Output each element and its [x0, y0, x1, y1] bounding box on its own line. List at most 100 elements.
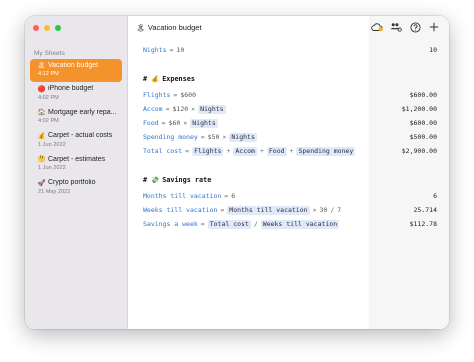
line-result: $600.00: [409, 119, 437, 127]
operator: =: [173, 91, 178, 99]
help-icon[interactable]: [409, 21, 421, 33]
line-food[interactable]: Food = $60 × Nights $600.00: [143, 118, 437, 128]
operator: +: [259, 147, 264, 155]
results-column: [369, 16, 449, 329]
people-settings-icon[interactable]: [390, 21, 402, 33]
operator: =: [220, 206, 225, 214]
heading-expenses[interactable]: # 💰 Expenses: [143, 74, 437, 84]
line-savings-a-week[interactable]: Savings a week = Total cost / Weeks till…: [143, 219, 437, 229]
operator: ×: [222, 133, 227, 141]
line-result: $600.00: [409, 91, 437, 99]
sidebar-sheet-item[interactable]: 🔴 iPhone budget 4:02 PM: [30, 83, 122, 106]
line-weeks-till-vacation[interactable]: Weeks till vacation = Months till vacati…: [143, 205, 437, 215]
line-result: 6: [433, 192, 437, 200]
number: 7: [337, 206, 342, 214]
operator: /: [330, 206, 335, 214]
variable-name: Savings a week: [143, 220, 198, 228]
variable-token: Nights: [229, 132, 257, 142]
sidebar-sheet-item[interactable]: 🏝 Vacation budget 4:12 PM: [30, 59, 122, 82]
line-flights[interactable]: Flights = $600 $600.00: [143, 90, 437, 100]
operator: +: [226, 147, 231, 155]
line-spending-money[interactable]: Spending money = $50 × Nights $500.00: [143, 132, 437, 142]
line-months-till-vacation[interactable]: Months till vacation = 6 6: [143, 191, 437, 201]
variable-name: Total cost: [143, 147, 183, 155]
line-result: $2,900.00: [401, 147, 437, 155]
app-window: My Sheets 🏝 Vacation budget 4:12 PM 🔴 iPhone…: [25, 16, 449, 329]
sheet-date: 1 Jun 2022: [38, 141, 66, 148]
heading-savings-rate[interactable]: # 💸 Savings rate: [143, 175, 437, 185]
operator: =: [200, 220, 205, 228]
zoom-window-button[interactable]: [55, 25, 61, 31]
moneybag-icon: 💰: [151, 75, 160, 83]
operator: ×: [191, 105, 196, 113]
operator: =: [169, 46, 174, 54]
variable-token: Accom: [233, 146, 257, 156]
variable-name: Spending money: [143, 133, 198, 141]
sheet-title-text: Crypto portfolio: [48, 179, 96, 186]
variable-token: Food: [266, 146, 287, 156]
variable-name: Food: [143, 119, 159, 127]
add-icon[interactable]: [428, 21, 440, 33]
sheet-date: 4:02 PM: [38, 94, 59, 101]
sheet-date: 21 May 2022: [38, 188, 71, 195]
line-nights[interactable]: Nights = 10 10: [143, 45, 437, 55]
sidebar-sheet-item[interactable]: 🏠 Mortgage early repa... 4:02 PM: [30, 106, 122, 129]
variable-name: Weeks till vacation: [143, 206, 218, 214]
heading-text: Expenses: [162, 75, 195, 83]
operator: +: [289, 147, 294, 155]
sidebar-heading: My Sheets: [34, 50, 65, 57]
operator: =: [161, 119, 166, 127]
variable-name: Nights: [143, 46, 167, 54]
sheet-title: 🏠 Mortgage early repa...: [37, 108, 122, 117]
variable-token: Months till vacation: [227, 205, 310, 215]
line-total-cost[interactable]: Total cost = Flights + Accom + Food + Sp…: [143, 146, 437, 156]
variable-name: Flights: [143, 91, 171, 99]
sheet-title-text: Vacation budget: [48, 61, 99, 69]
variable-name: Accom: [143, 105, 163, 113]
sheet-emoji-icon: 🔴: [37, 85, 46, 93]
variable-token: Spending money: [296, 146, 356, 156]
cloud-sync-icon[interactable]: [371, 21, 383, 33]
sidebar-sheet-item[interactable]: 🚀 Crypto portfolio 21 May 2022: [30, 177, 122, 200]
number: 10: [176, 46, 185, 54]
heading-text: Savings rate: [162, 176, 212, 184]
operator: /: [253, 220, 258, 228]
sheet-title-text: Mortgage early repa...: [48, 108, 117, 116]
document-title-text: Vacation budget: [147, 23, 202, 32]
number: $120: [172, 105, 189, 113]
sheet-date: 1 Jun 2022: [38, 165, 66, 171]
operator: =: [185, 147, 190, 155]
sheet-list: 🏝 Vacation budget 4:12 PM 🔴 iPhone budget 4:0…: [30, 59, 122, 200]
number: $600: [180, 91, 196, 99]
sheet-title-text: Carpet - actual costs: [48, 132, 113, 139]
operator: ×: [183, 119, 188, 127]
sheet-emoji-icon: 🤔: [37, 156, 46, 163]
line-result: 10: [429, 46, 437, 54]
operator: =: [224, 192, 229, 200]
line-accom[interactable]: Accom = $120 × Nights $1,200.00: [143, 104, 437, 114]
number: 30: [319, 206, 328, 214]
line-result: $500.00: [409, 133, 437, 141]
line-result: 25.714: [413, 206, 437, 214]
sidebar-sheet-item[interactable]: 🤔 Carpet - estimates 1 Jun 2022: [30, 153, 122, 176]
sheet-title: 💰 Carpet - actual costs: [37, 132, 122, 140]
sidebar-sheet-item[interactable]: 💰 Carpet - actual costs 1 Jun 2022: [30, 130, 122, 153]
minimize-window-button[interactable]: [44, 25, 50, 31]
sheet-emoji-icon: 🏝: [37, 62, 46, 69]
editor: 🏝 Vacation budget Nights = 10 10 # 💰 Exp…: [128, 16, 449, 329]
sheet-emoji-icon: 🏠: [37, 109, 46, 116]
variable-token: Nights: [198, 104, 226, 114]
close-window-button[interactable]: [33, 25, 39, 31]
sheet-emoji-icon: 💰: [37, 132, 46, 140]
number: $60: [168, 119, 181, 127]
toolbar: 🏝 Vacation budget: [128, 16, 449, 40]
sidebar: My Sheets 🏝 Vacation budget 4:12 PM 🔴 iPhone…: [25, 16, 128, 329]
sheet-title: 🤔 Carpet - estimates: [37, 155, 122, 164]
variable-token: Flights: [192, 146, 224, 156]
line-result: $1,200.00: [401, 105, 437, 113]
variable-token: Total cost: [207, 219, 251, 229]
line-result: $112.78: [409, 220, 437, 228]
heading-hash: #: [143, 176, 148, 184]
heading-hash: #: [143, 75, 148, 83]
sheet-title: 🏝 Vacation budget: [37, 61, 122, 70]
